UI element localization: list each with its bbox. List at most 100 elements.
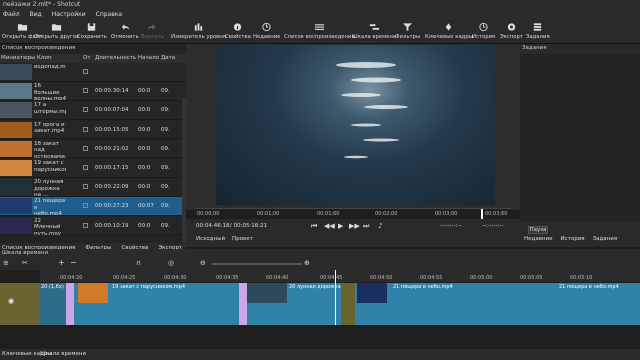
checkbox[interactable] bbox=[83, 203, 88, 209]
rewind-icon[interactable]: ◀◀ bbox=[324, 222, 335, 230]
checkbox[interactable] bbox=[83, 145, 88, 151]
open-other-button[interactable]: Открыть другое bbox=[34, 22, 79, 40]
play-icon[interactable]: ▶ bbox=[338, 222, 343, 230]
checkbox[interactable] bbox=[83, 69, 88, 74]
player-ruler[interactable]: 00:00;00 00:01;00 00:01;60 00:02;00 00:0… bbox=[195, 208, 513, 219]
menu-settings[interactable]: Настройки bbox=[52, 9, 86, 20]
jobs-button[interactable]: Задания bbox=[526, 22, 550, 40]
playlist-row[interactable]: водопад.mov bbox=[0, 63, 186, 82]
pause-button[interactable]: Пауза bbox=[528, 226, 548, 234]
clip-date: 09. bbox=[161, 222, 170, 229]
checkbox[interactable] bbox=[83, 107, 88, 113]
col-date[interactable]: Дата bbox=[161, 55, 175, 61]
menu-file[interactable]: Файл bbox=[3, 9, 20, 20]
col-thumbnails[interactable]: Миниатюры bbox=[1, 55, 36, 61]
in-point: --:--:--:-- bbox=[440, 223, 462, 229]
undo-icon bbox=[122, 24, 130, 30]
clip-segment[interactable]: 21 пещера в небо.mp4 bbox=[555, 283, 640, 325]
transition[interactable] bbox=[66, 283, 74, 325]
checkbox[interactable] bbox=[83, 165, 88, 170]
playlist-button[interactable]: Список воспроизведения bbox=[284, 22, 355, 40]
clip-name: 20 лунная дорожка на ... bbox=[34, 179, 64, 197]
level-meter-button[interactable]: Измеритель уровня bbox=[171, 22, 226, 40]
clip-date: 09. bbox=[161, 126, 170, 133]
menu-icon[interactable]: ≡ bbox=[3, 259, 9, 267]
gap[interactable] bbox=[341, 283, 355, 325]
playlist-header: Миниатюры Клип От Длительность Начало Да… bbox=[0, 54, 186, 63]
volume-icon[interactable]: ♪ bbox=[378, 222, 382, 230]
clip-date: 09. bbox=[161, 165, 170, 171]
undo-button[interactable]: Отменить bbox=[111, 22, 139, 40]
clip-thumbnail bbox=[0, 179, 32, 196]
redo-button[interactable]: Вернуть bbox=[141, 22, 164, 40]
col-duration[interactable]: Длительность bbox=[95, 55, 136, 61]
main-toolbar: Открыть файл Открыть другое Сохранить От… bbox=[0, 20, 640, 44]
clip-start: 00:0 bbox=[138, 145, 151, 152]
zoom-out-icon[interactable]: ⊖ bbox=[200, 259, 206, 267]
playlist-row[interactable]: 19 закат с парусником.mp4 00:00:17:15 00:0… bbox=[0, 159, 186, 178]
playlist-row[interactable]: 20 лунная дорожка на ... 00:00:22:09 00:0 0… bbox=[0, 178, 186, 197]
clip-duration: 00:00:22:09 bbox=[95, 184, 129, 191]
col-in[interactable]: От bbox=[83, 55, 91, 61]
playlist-row[interactable]: 18 закат над островами.mp4 00:00:21:02 00:… bbox=[0, 139, 186, 159]
checkbox[interactable] bbox=[83, 126, 88, 132]
eye-icon[interactable]: ◉ bbox=[8, 297, 14, 305]
checkbox[interactable] bbox=[83, 88, 88, 94]
playlist-row[interactable]: 22 Млечный путь.mov 00:00:10:19 00:0 09. bbox=[0, 216, 186, 236]
timeline-button[interactable]: Шкала времени bbox=[352, 22, 396, 40]
transport-bar: 00:04:46:18 / 00:05:16:21 ⏮ ◀◀ ▶ ▶▶ ⏭ ♪ … bbox=[186, 219, 520, 233]
cut-icon[interactable]: ✂ bbox=[22, 259, 28, 267]
playlist-row[interactable]: 17 орога и закат.mp4 00:00:15:05 00:0 09. bbox=[0, 120, 186, 140]
ripple-icon[interactable]: ◎ bbox=[168, 259, 174, 267]
keyframes-button[interactable]: Ключевые кадры bbox=[425, 22, 473, 40]
remove-icon[interactable]: − bbox=[70, 258, 77, 267]
export-icon bbox=[507, 23, 516, 31]
col-start[interactable]: Начало bbox=[138, 55, 159, 61]
playlist-icon bbox=[314, 24, 324, 30]
clip-segment[interactable]: 20 лунная дорожка на bbox=[247, 283, 349, 325]
menu-view[interactable]: Вид bbox=[30, 9, 42, 20]
tab-history[interactable]: История bbox=[561, 236, 585, 242]
clip-date: 09. bbox=[161, 88, 170, 95]
add-icon[interactable]: + bbox=[58, 258, 65, 267]
playlist-row[interactable]: 16 большие волны.mp4 00:00:30:14 00:0 09. bbox=[0, 82, 186, 101]
tab-timeline[interactable]: Шкала времени bbox=[40, 349, 86, 360]
clip-segment[interactable]: 21 пещера в небо.mp4 bbox=[355, 283, 555, 325]
tab-jobs[interactable]: Задания bbox=[593, 236, 618, 242]
timeline-playhead[interactable] bbox=[335, 270, 336, 330]
track-header[interactable]: ◉ bbox=[0, 283, 40, 325]
clip-segment[interactable]: 20 (1,6x) bbox=[40, 283, 66, 325]
forward-icon[interactable]: ▶▶ bbox=[349, 222, 360, 230]
snap-icon[interactable]: ∩ bbox=[136, 259, 141, 267]
clip-thumbnail bbox=[247, 283, 287, 303]
clip-duration: 00:00:17:15 bbox=[95, 165, 129, 171]
skip-end-icon[interactable]: ⏭ bbox=[363, 222, 369, 231]
zoom-slider[interactable] bbox=[212, 263, 302, 265]
tab-project[interactable]: Проект bbox=[232, 236, 253, 242]
col-clip[interactable]: Клип bbox=[37, 55, 52, 61]
zoom-in-icon[interactable]: ⊕ bbox=[304, 259, 310, 267]
playlist-row[interactable]: 21 пещера в небо.mp4 00:00:27:23 00:07 09. bbox=[0, 197, 186, 216]
playhead[interactable] bbox=[481, 209, 483, 219]
checkbox[interactable] bbox=[83, 184, 88, 190]
checkbox[interactable] bbox=[83, 222, 88, 228]
clip-duration: 00:00:07:04 bbox=[95, 107, 129, 114]
timecode[interactable]: 00:04:46:18 bbox=[196, 223, 230, 229]
skip-start-icon[interactable]: ⏮ bbox=[311, 222, 317, 231]
menu-help[interactable]: Справка bbox=[96, 9, 122, 20]
export-button[interactable]: Экспорт bbox=[500, 22, 523, 40]
jobs-icon bbox=[534, 23, 542, 31]
history-button[interactable]: История bbox=[472, 22, 495, 40]
video-track: 20 (1,6x) 19 закат с парусником.mp4 20 л… bbox=[40, 270, 640, 330]
tab-source[interactable]: Исходный bbox=[196, 236, 225, 242]
recent-button[interactable]: Недавние bbox=[253, 22, 280, 40]
transition[interactable] bbox=[239, 283, 247, 325]
properties-button[interactable]: Свойства bbox=[225, 22, 251, 40]
playlist-title: Список воспроизведения bbox=[2, 45, 76, 51]
playlist-row[interactable]: 17 а штормы.mp4 00:00:07:04 00:0 09. bbox=[0, 101, 186, 120]
save-button[interactable]: Сохранить bbox=[77, 22, 107, 40]
filters-button[interactable]: Фильтры bbox=[395, 22, 420, 40]
tab-recent[interactable]: Недавние bbox=[524, 236, 553, 242]
clip-segment[interactable]: 19 закат с парусником.mp4 bbox=[74, 283, 239, 325]
timeline-ruler[interactable]: 00:04:20 00:04:25 00:04:30 00:04:35 00:0… bbox=[40, 270, 640, 282]
